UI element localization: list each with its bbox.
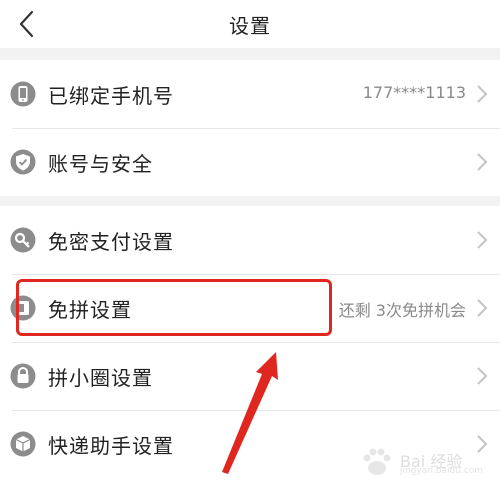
chevron-right-icon	[477, 153, 488, 171]
bound-phone-label: 已绑定手机号	[48, 84, 174, 108]
settings-group-account: 已绑定手机号 177****1113 账号与安全	[0, 60, 500, 196]
shield-icon	[10, 149, 36, 175]
chevron-right-icon	[477, 85, 488, 103]
watermark-url: jingyan.baidu.com	[400, 466, 484, 476]
account-security-row[interactable]: 账号与安全	[0, 128, 500, 196]
bound-phone-row[interactable]: 已绑定手机号 177****1113	[0, 60, 500, 128]
chevron-right-icon	[477, 299, 488, 317]
key-icon	[10, 227, 36, 253]
group-circle-label: 拼小圈设置	[48, 366, 153, 390]
courier-assistant-label: 快递助手设置	[48, 434, 174, 458]
account-security-label: 账号与安全	[48, 152, 153, 176]
chevron-right-icon	[477, 367, 488, 385]
chevron-right-icon	[477, 231, 488, 249]
package-icon	[10, 431, 36, 457]
red-arrow-annotation	[222, 352, 278, 474]
lock-icon	[10, 363, 36, 389]
header: 设置	[0, 0, 500, 48]
highlight-box	[16, 279, 332, 336]
bound-phone-value: 177****1113	[362, 83, 466, 102]
phone-icon	[10, 81, 36, 107]
watermark: Bai 经验 jingyan.baidu.com	[360, 446, 484, 480]
paw-logo-icon	[363, 448, 391, 475]
password-free-pay-row[interactable]: 免密支付设置	[0, 206, 500, 274]
password-free-pay-label: 免密支付设置	[48, 230, 174, 254]
free-group-buy-remaining: 还剩 3次免拼机会	[338, 301, 466, 320]
page-title: 设置	[229, 14, 271, 38]
